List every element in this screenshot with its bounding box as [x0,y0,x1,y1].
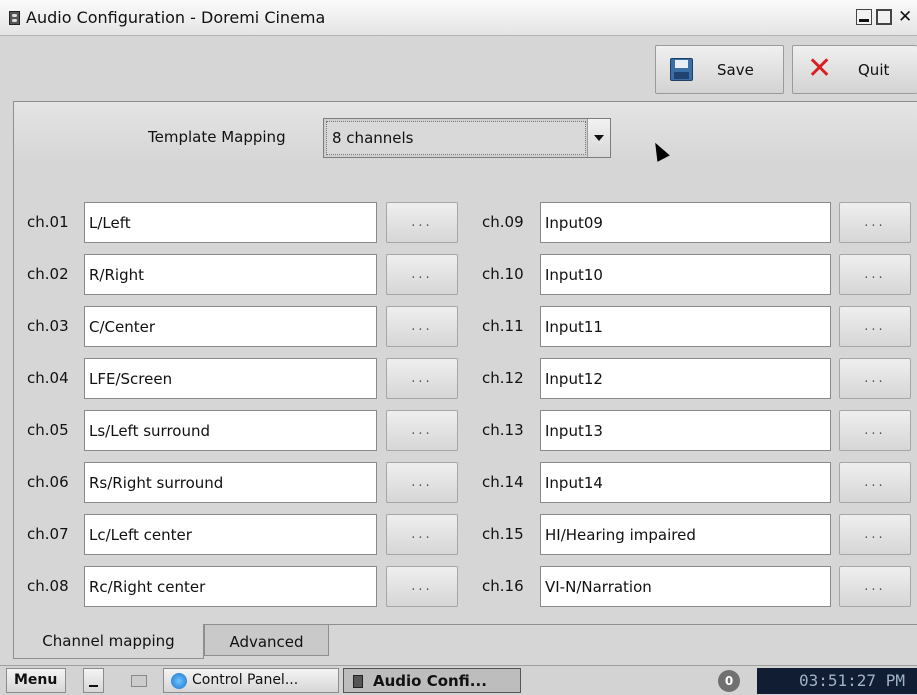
floppy-disk-icon [670,58,693,81]
channel-name-input[interactable] [540,254,831,295]
show-desktop-button[interactable] [83,668,104,693]
tab-channel-mapping[interactable]: Channel mapping [13,624,204,659]
channel-label: ch.03 [27,317,69,335]
notification-badge[interactable]: 0 [718,670,740,692]
channel-browse-button[interactable]: ... [386,306,458,347]
channel-label: ch.09 [482,213,524,231]
channel-name-input[interactable] [540,306,831,347]
channel-name-input[interactable] [84,462,377,503]
channel-browse-button[interactable]: ... [386,358,458,399]
taskbar-clock: 03:51:27 PM [789,668,917,694]
channel-browse-button[interactable]: ... [839,358,911,399]
start-menu-button[interactable]: Menu [6,668,66,693]
tab-advanced[interactable]: Advanced [204,624,329,656]
channel-browse-button[interactable]: ... [386,462,458,503]
maximize-icon[interactable] [876,9,892,25]
channel-browse-button[interactable]: ... [839,202,911,243]
taskbar-item-label: Control Panel... [192,672,299,688]
channel-name-input[interactable] [84,410,377,451]
channel-name-input[interactable] [84,306,377,347]
channel-name-input[interactable] [84,254,377,295]
channel-label: ch.13 [482,421,524,439]
channel-label: ch.12 [482,369,524,387]
keyboard-icon[interactable] [131,675,147,687]
app-icon [353,675,363,688]
channel-label: ch.01 [27,213,69,231]
window-titlebar[interactable]: Audio Configuration - Doremi Cinema ✕ [0,0,917,36]
tray-indicator [757,668,789,694]
channel-label: ch.15 [482,525,524,543]
channel-label: ch.04 [27,369,69,387]
window-title: Audio Configuration - Doremi Cinema [26,8,326,27]
channel-browse-button[interactable]: ... [839,306,911,347]
channel-label: ch.14 [482,473,524,491]
channel-label: ch.10 [482,265,524,283]
channel-browse-button[interactable]: ... [839,462,911,503]
channel-name-input[interactable] [84,566,377,607]
toolbar: Save ✕ Quit [0,36,917,100]
taskbar-item-audio-configuration[interactable]: Audio Confi... [343,668,521,693]
app-icon [9,11,20,25]
minimize-icon[interactable] [856,9,872,25]
channel-label: ch.16 [482,577,524,595]
channel-browse-button[interactable]: ... [386,410,458,451]
channel-name-input[interactable] [84,202,377,243]
taskbar: Menu Control Panel... Audio Confi... 0 0… [0,665,917,695]
channel-name-input[interactable] [540,410,831,451]
quit-button[interactable]: ✕ Quit [792,45,917,94]
save-button-label: Save [717,61,754,79]
red-x-icon: ✕ [807,51,833,86]
template-mapping-value: 8 channels [326,121,586,155]
taskbar-item-label: Audio Confi... [373,672,487,690]
channel-label: ch.02 [27,265,69,283]
channel-name-input[interactable] [540,202,831,243]
channel-label: ch.07 [27,525,69,543]
quit-button-label: Quit [858,61,890,79]
channel-label: ch.05 [27,421,69,439]
template-mapping-select[interactable]: 8 channels [323,118,611,158]
channel-browse-button[interactable]: ... [839,514,911,555]
channel-name-input[interactable] [540,566,831,607]
close-icon[interactable]: ✕ [898,9,917,26]
channel-name-input[interactable] [84,514,377,555]
taskbar-item-control-panel[interactable]: Control Panel... [163,668,339,693]
channel-browse-button[interactable]: ... [386,514,458,555]
channel-browse-button[interactable]: ... [386,254,458,295]
channel-name-input[interactable] [540,358,831,399]
channel-name-input[interactable] [540,514,831,555]
template-mapping-label: Template Mapping [148,128,286,146]
channel-name-input[interactable] [540,462,831,503]
control-panel-icon [171,673,187,689]
channel-label: ch.08 [27,577,69,595]
channel-browse-button[interactable]: ... [839,254,911,295]
channel-name-input[interactable] [84,358,377,399]
channel-label: ch.06 [27,473,69,491]
dropdown-arrow-icon[interactable] [587,119,610,157]
channel-browse-button[interactable]: ... [386,202,458,243]
channel-browse-button[interactable]: ... [839,566,911,607]
channel-browse-button[interactable]: ... [386,566,458,607]
channel-browse-button[interactable]: ... [839,410,911,451]
save-button[interactable]: Save [655,45,784,94]
channel-label: ch.11 [482,317,524,335]
